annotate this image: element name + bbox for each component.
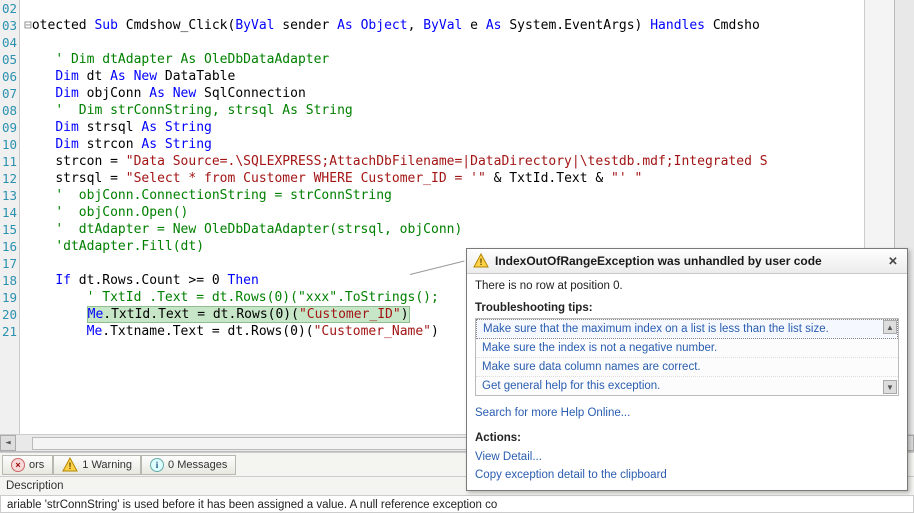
error-icon: × — [11, 458, 25, 472]
scroll-down-button[interactable]: ▼ — [883, 380, 897, 394]
view-detail-link[interactable]: View Detail... — [475, 448, 899, 466]
close-icon[interactable]: ✕ — [885, 253, 901, 269]
exception-message: There is no row at position 0. — [475, 280, 899, 292]
svg-text:!: ! — [69, 461, 72, 471]
popup-title: IndexOutOfRangeException was unhandled b… — [495, 254, 879, 268]
description-row[interactable]: ariable 'strConnString' is used before i… — [0, 495, 914, 513]
line-number-gutter: 02 03 04 05 06 07 08 09 10 11 12 13 14 1… — [0, 0, 20, 434]
scroll-left-button[interactable]: ◄ — [0, 435, 16, 451]
tip-link[interactable]: Make sure the index is not a negative nu… — [476, 339, 898, 358]
tip-link[interactable]: Make sure data column names are correct. — [476, 358, 898, 377]
scroll-up-button[interactable]: ▲ — [883, 320, 897, 334]
errors-tab-label: ors — [29, 459, 44, 471]
messages-tab[interactable]: i 0 Messages — [141, 455, 236, 475]
search-help-link[interactable]: Search for more Help Online... — [475, 404, 899, 422]
errors-tab[interactable]: × ors — [2, 455, 53, 475]
warnings-tab-label: 1 Warning — [82, 459, 132, 471]
tips-heading: Troubleshooting tips: — [475, 302, 899, 314]
exception-popup: ! IndexOutOfRangeException was unhandled… — [466, 248, 908, 491]
warning-icon: ! — [473, 253, 489, 269]
copy-detail-link[interactable]: Copy exception detail to the clipboard — [475, 466, 899, 484]
warning-icon: ! — [62, 457, 78, 473]
warnings-tab[interactable]: ! 1 Warning — [53, 455, 141, 475]
tip-link[interactable]: Make sure that the maximum index on a li… — [476, 319, 898, 339]
tip-link[interactable]: Get general help for this exception. — [476, 377, 898, 396]
messages-tab-label: 0 Messages — [168, 459, 227, 471]
tips-list[interactable]: Make sure that the maximum index on a li… — [475, 318, 899, 396]
actions-heading: Actions: — [475, 432, 899, 444]
info-icon: i — [150, 458, 164, 472]
svg-text:!: ! — [480, 257, 483, 267]
